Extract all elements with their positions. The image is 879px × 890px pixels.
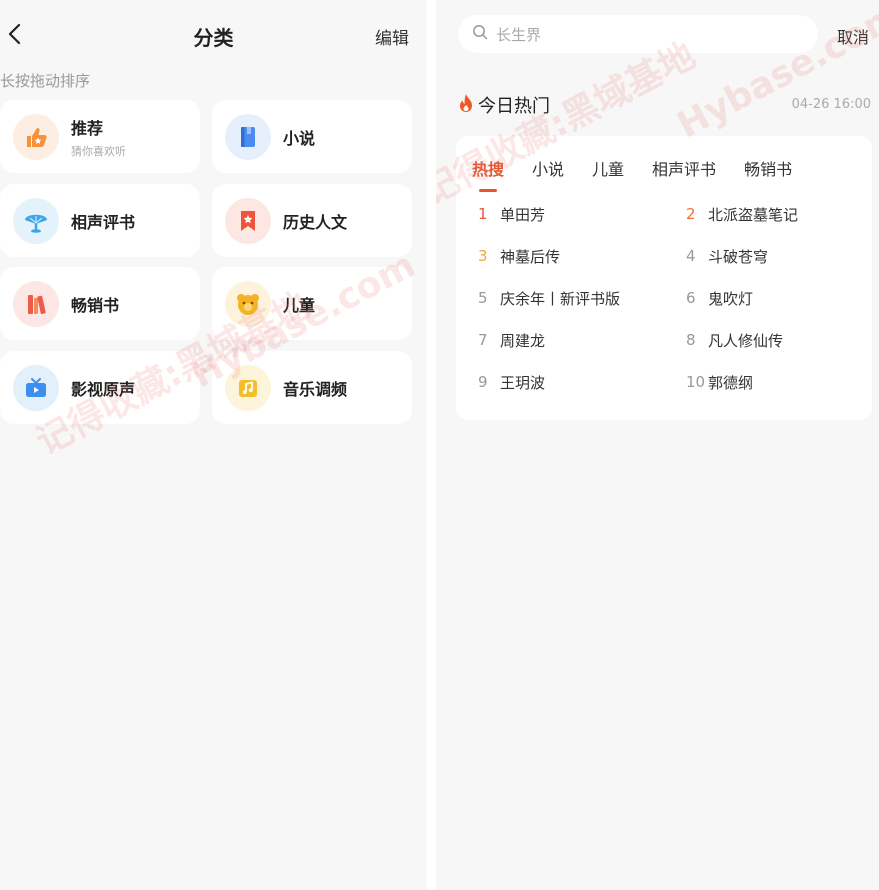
category-subtitle: 猜你喜欢听	[71, 144, 126, 158]
category-card-children[interactable]: 儿童	[212, 267, 412, 340]
category-card-history[interactable]: 历史人文	[212, 184, 412, 257]
rank-number: 1	[478, 205, 488, 223]
rank-title: 神墓后传	[500, 247, 561, 266]
tab-bestseller[interactable]: 畅销书	[744, 156, 792, 180]
tab-hot-search[interactable]: 热搜	[472, 156, 504, 180]
flame-icon	[458, 93, 474, 117]
rank-number: 8	[686, 331, 696, 349]
hot-tabs: 热搜 小说 儿童 相声评书 畅销书	[472, 156, 820, 180]
rank-number: 4	[686, 247, 696, 265]
rank-number: 2	[686, 205, 696, 223]
rank-item[interactable]: 8 凡人修仙传	[686, 328, 783, 352]
rank-title: 凡人修仙传	[708, 331, 784, 350]
music-note-icon	[225, 364, 271, 411]
rank-title: 周建龙	[500, 331, 546, 350]
sort-hint: 长按拖动排序	[0, 72, 91, 90]
hot-title: 今日热门	[478, 96, 550, 117]
rank-number: 6	[686, 289, 696, 307]
tab-crosstalk[interactable]: 相声评书	[652, 156, 716, 180]
category-card-bestseller[interactable]: 畅销书	[0, 267, 200, 340]
rank-title: 郭德纲	[708, 373, 754, 392]
rank-item[interactable]: 7 周建龙	[478, 328, 545, 352]
books-icon	[13, 280, 59, 327]
category-card-music-fm[interactable]: 音乐调频	[212, 351, 412, 424]
category-panel: 分类 编辑 长按拖动排序 推荐 猜你喜欢听 小说 相声评书 历史人文 畅销书 儿…	[0, 0, 427, 890]
category-name: 小说	[283, 128, 316, 148]
thumbs-up-icon	[13, 113, 59, 160]
rank-number: 7	[478, 331, 488, 349]
rank-title: 王玥波	[500, 373, 546, 392]
search-panel: 长生界 取消 今日热门 04-26 16:00 热搜 小说 儿童 相声评书 畅销…	[436, 0, 879, 890]
rank-item[interactable]: 1 单田芳	[478, 202, 545, 226]
rank-number: 3	[478, 247, 488, 265]
hot-update-time: 04-26 16:00	[791, 97, 871, 112]
fan-icon	[13, 197, 59, 244]
category-name: 儿童	[283, 295, 316, 315]
category-card-novel[interactable]: 小说	[212, 100, 412, 173]
hot-ranking-card: 热搜 小说 儿童 相声评书 畅销书 1 单田芳 2 北派盗墓笔记 3 神墓后传 …	[456, 136, 872, 420]
category-name: 历史人文	[283, 212, 348, 232]
tv-icon	[13, 364, 59, 411]
search-placeholder: 长生界	[496, 25, 542, 44]
rank-item[interactable]: 3 神墓后传	[478, 244, 560, 268]
search-icon	[472, 24, 488, 44]
bear-icon	[225, 280, 271, 327]
category-card-crosstalk[interactable]: 相声评书	[0, 184, 200, 257]
book-icon	[225, 113, 271, 160]
category-card-soundtrack[interactable]: 影视原声	[0, 351, 200, 424]
rank-title: 北派盗墓笔记	[708, 205, 799, 224]
rank-number: 9	[478, 373, 488, 391]
category-card-recommend[interactable]: 推荐 猜你喜欢听	[0, 100, 200, 173]
rank-title: 斗破苍穹	[708, 247, 769, 266]
rank-number: 5	[478, 289, 488, 307]
hot-header: 今日热门	[458, 92, 550, 118]
tab-novel[interactable]: 小说	[532, 156, 564, 180]
cancel-button[interactable]: 取消	[837, 24, 869, 48]
edit-button[interactable]: 编辑	[375, 24, 409, 49]
rank-item[interactable]: 10 郭德纲	[686, 370, 753, 394]
rank-item[interactable]: 2 北派盗墓笔记	[686, 202, 798, 226]
rank-title: 庆余年丨新评书版	[500, 289, 621, 308]
rank-number: 10	[686, 373, 706, 391]
category-name: 畅销书	[71, 295, 120, 315]
page-title: 分类	[193, 26, 234, 50]
tab-children[interactable]: 儿童	[592, 156, 624, 180]
search-input[interactable]: 长生界	[458, 15, 818, 53]
rank-title: 鬼吹灯	[708, 289, 754, 308]
category-name: 相声评书	[71, 212, 136, 232]
category-name: 音乐调频	[283, 379, 348, 399]
rank-title: 单田芳	[500, 205, 546, 224]
category-name: 影视原声	[71, 379, 136, 399]
rank-item[interactable]: 6 鬼吹灯	[686, 286, 753, 310]
bookmark-star-icon	[225, 197, 271, 244]
rank-item[interactable]: 9 王玥波	[478, 370, 545, 394]
category-name: 推荐	[71, 118, 104, 138]
rank-item[interactable]: 4 斗破苍穹	[686, 244, 768, 268]
rank-item[interactable]: 5 庆余年丨新评书版	[478, 286, 620, 310]
